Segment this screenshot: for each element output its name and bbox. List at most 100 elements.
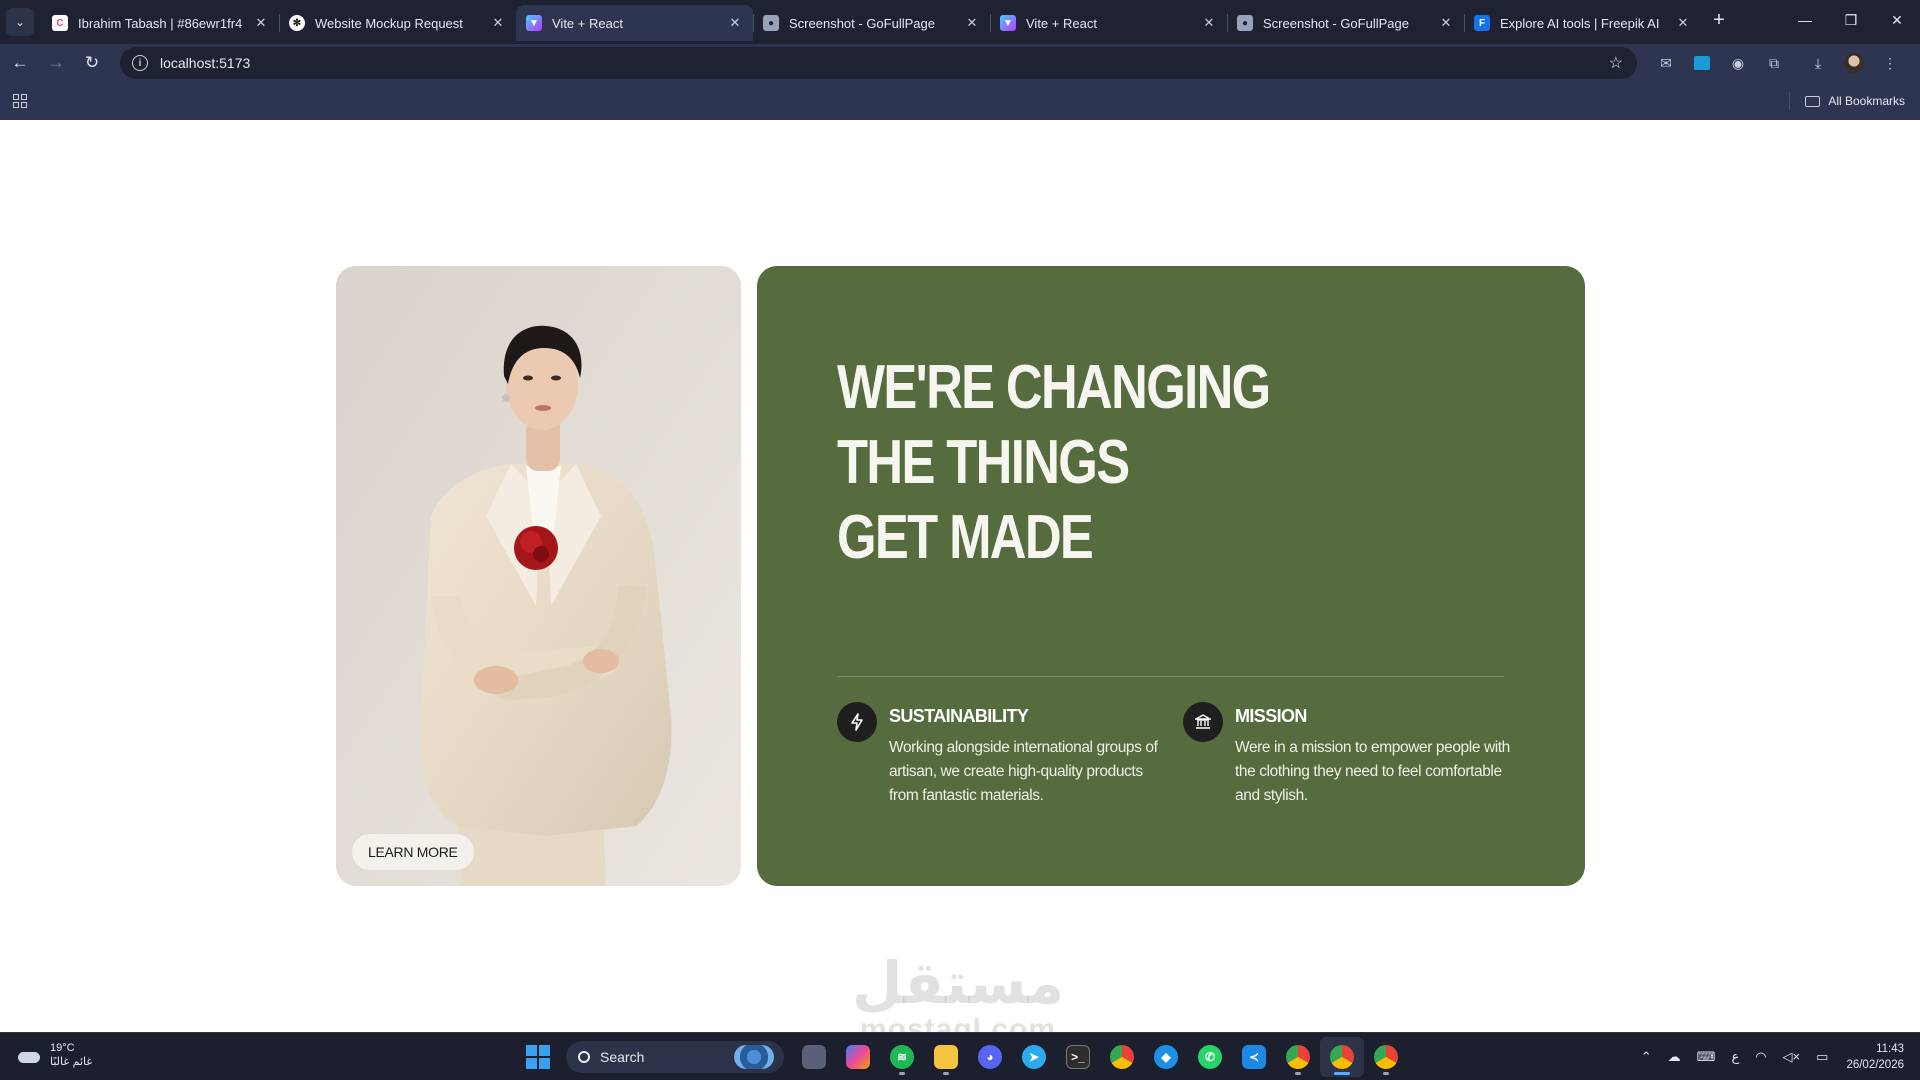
back-arrow-icon[interactable]: ← <box>4 47 36 79</box>
feature-title: SUSTAINABILITY <box>889 706 1029 726</box>
site-info-icon[interactable]: i <box>132 55 148 71</box>
download-icon[interactable]: ⤓ <box>1802 47 1834 79</box>
keyboard-icon[interactable]: ⌨ <box>1697 1049 1716 1065</box>
profile-avatar[interactable] <box>1838 47 1870 79</box>
docker-icon[interactable]: ◆ <box>1144 1037 1188 1077</box>
terminal-icon[interactable]: >_ <box>1056 1037 1100 1077</box>
telegram-icon[interactable]: ➤ <box>1012 1037 1056 1077</box>
search-icon <box>578 1051 590 1063</box>
vite-icon: ▼ <box>1000 15 1016 31</box>
tab-title: Website Mockup Request <box>315 15 463 31</box>
tab-vite-react[interactable]: ▼ Vite + React ✕ <box>990 5 1227 41</box>
restore-icon[interactable]: ❐ <box>1828 0 1874 40</box>
bookmarks-bar: All Bookmarks <box>0 82 1920 120</box>
forward-arrow-icon[interactable]: → <box>40 47 72 79</box>
camera-icon: ● <box>1237 15 1253 31</box>
onedrive-icon[interactable]: ☁ <box>1668 1049 1681 1065</box>
watermark-latin: mostaql.com <box>859 1013 1057 1033</box>
task-view-icon[interactable] <box>792 1037 836 1077</box>
chrome-icon[interactable] <box>1100 1037 1144 1077</box>
chrome-profile-icon[interactable] <box>1276 1037 1320 1077</box>
tab-title: Screenshot - GoFullPage <box>789 15 935 31</box>
model-photo-card: LEARN MORE <box>336 266 741 886</box>
page-viewport: LEARN MORE WE'RE CHANGING THE THINGS GET… <box>0 120 1920 1032</box>
address-bar[interactable]: i localhost:5173 ☆ <box>120 47 1637 79</box>
new-tab-button[interactable]: + <box>1705 6 1733 34</box>
clock-time: 11:43 <box>1876 1043 1904 1055</box>
input-language[interactable]: ع <box>1731 1050 1739 1065</box>
mission-card: WE'RE CHANGING THE THINGS GET MADE SUSTA… <box>757 266 1585 886</box>
windows-start-icon[interactable] <box>526 1045 550 1069</box>
file-explorer-icon[interactable] <box>924 1037 968 1077</box>
copilot-icon[interactable] <box>836 1037 880 1077</box>
windows-taskbar: 19°C غائم غالبًا Search ≋ ◕ ➤ >_ ◆ ✆ ≺ ⌃… <box>0 1032 1920 1080</box>
volume-muted-icon[interactable]: ◁× <box>1783 1049 1801 1065</box>
close-window-icon[interactable]: ✕ <box>1874 0 1920 40</box>
tab-list: C Ibrahim Tabash | #86ewr1fr4 ✕ ✻ Websit… <box>42 0 1701 44</box>
close-icon[interactable]: ✕ <box>253 15 269 31</box>
browser-toolbar: ← → ↻ i localhost:5173 ☆ ✉ ◉ ⧉ ⤓ ⋮ <box>0 44 1920 82</box>
tab-title: Explore AI tools | Freepik AI <box>1500 15 1660 31</box>
search-highlight-icon <box>734 1045 774 1069</box>
system-clock[interactable]: 11:43 26/02/2026 <box>1846 1041 1904 1073</box>
bookmark-star-icon[interactable]: ☆ <box>1609 53 1623 73</box>
bank-icon <box>1183 702 1223 742</box>
chrome-alt-icon[interactable] <box>1364 1037 1408 1077</box>
mail-extension-icon[interactable]: ✉ <box>1650 47 1682 79</box>
weather-widget[interactable]: 19°C غائم غالبًا <box>16 1041 92 1069</box>
headline-line-3: GET MADE <box>837 503 1094 572</box>
chatgpt-icon: ✻ <box>289 15 305 31</box>
tab-title: Vite + React <box>552 15 623 31</box>
tab-title: Screenshot - GoFullPage <box>1263 15 1409 31</box>
camera-icon: ● <box>763 15 779 31</box>
battery-icon[interactable]: ▭ <box>1816 1049 1828 1065</box>
folder-icon <box>1805 95 1821 107</box>
close-icon[interactable]: ✕ <box>490 15 506 31</box>
model-photo <box>336 266 741 886</box>
weather-temperature: 19°C <box>50 1042 75 1054</box>
reload-icon[interactable]: ↻ <box>76 47 108 79</box>
chrome-active-icon[interactable] <box>1320 1037 1364 1077</box>
all-bookmarks-button[interactable]: All Bookmarks <box>1805 82 1905 120</box>
chevron-down-icon: ⌄ <box>14 15 26 29</box>
cloudy-weather-icon <box>16 1046 42 1064</box>
chevron-up-icon[interactable]: ⌃ <box>1641 1049 1652 1065</box>
spotify-icon[interactable]: ≋ <box>880 1037 924 1077</box>
puzzle-icon[interactable]: ⧉ <box>1758 47 1790 79</box>
taskbar-apps: Search ≋ ◕ ➤ >_ ◆ ✆ ≺ <box>526 1037 1408 1077</box>
wifi-icon[interactable]: ◠ <box>1755 1049 1766 1065</box>
freepik-icon: F <box>1474 15 1490 31</box>
feature-description: Were in a mission to empower people with… <box>1235 739 1510 804</box>
bookmarks-divider <box>1789 92 1790 110</box>
tab-vite-react-active[interactable]: ▼ Vite + React ✕ <box>516 5 753 41</box>
close-icon[interactable]: ✕ <box>1675 15 1691 31</box>
clickup-icon: C <box>52 15 68 31</box>
close-icon[interactable]: ✕ <box>727 15 743 31</box>
tab-gofullpage[interactable]: ● Screenshot - GoFullPage ✕ <box>753 5 990 41</box>
close-icon[interactable]: ✕ <box>964 15 980 31</box>
weather-condition: غائم غالبًا <box>50 1055 93 1068</box>
learn-more-button[interactable]: LEARN MORE <box>352 834 474 870</box>
tab-freepik[interactable]: F Explore AI tools | Freepik AI ✕ <box>1464 5 1701 41</box>
more-menu-icon[interactable]: ⋮ <box>1874 47 1906 79</box>
minimize-icon[interactable]: — <box>1782 0 1828 40</box>
close-icon[interactable]: ✕ <box>1201 15 1217 31</box>
apps-grid-icon[interactable] <box>13 94 27 108</box>
taskbar-search[interactable]: Search <box>566 1041 784 1073</box>
tab-clickup[interactable]: C Ibrahim Tabash | #86ewr1fr4 ✕ <box>42 5 279 41</box>
headline-line-1: WE'RE CHANGING <box>837 353 1271 422</box>
tab-search-button[interactable]: ⌄ <box>6 8 34 36</box>
tab-gofullpage[interactable]: ● Screenshot - GoFullPage ✕ <box>1227 5 1464 41</box>
camera-extension-icon[interactable]: ◉ <box>1722 47 1754 79</box>
tab-chatgpt[interactable]: ✻ Website Mockup Request ✕ <box>279 5 516 41</box>
extension-blue-icon[interactable] <box>1686 47 1718 79</box>
headline-line-2: THE THINGS <box>837 428 1130 497</box>
whatsapp-icon[interactable]: ✆ <box>1188 1037 1232 1077</box>
hero-headline: WE'RE CHANGING THE THINGS GET MADE <box>837 350 1271 575</box>
watermark-arabic: مستقل <box>851 949 1065 1017</box>
url-text: localhost:5173 <box>160 55 251 71</box>
vscode-icon[interactable]: ≺ <box>1232 1037 1276 1077</box>
close-icon[interactable]: ✕ <box>1438 15 1454 31</box>
section-divider <box>837 676 1504 677</box>
discord-icon[interactable]: ◕ <box>968 1037 1012 1077</box>
